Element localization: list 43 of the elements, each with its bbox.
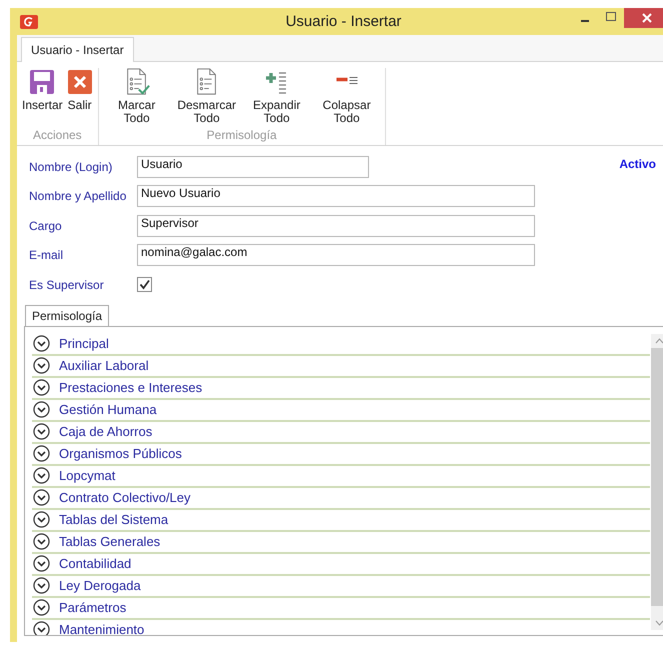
ribbon-button[interactable]: Insertar	[20, 68, 65, 128]
text-field[interactable]: nomina@galac.com	[137, 244, 535, 266]
text-field[interactable]: Usuario	[137, 156, 369, 178]
scroll-down-icon[interactable]	[654, 620, 663, 626]
window-title: Usuario - Insertar	[284, 13, 402, 30]
group-header[interactable]: Ley Derogada	[32, 576, 650, 598]
group-header[interactable]: Mantenimiento	[32, 620, 650, 634]
text-field[interactable]: Nuevo Usuario	[137, 185, 535, 208]
ribbon-button[interactable]: Marcar Todo	[102, 68, 172, 128]
ribbon-button[interactable]: Expandir Todo	[242, 68, 312, 128]
tab[interactable]: Permisología	[25, 304, 110, 326]
group-header[interactable]: Gestión Humana	[32, 400, 650, 422]
minus-list-icon	[336, 76, 358, 85]
checkbox[interactable]	[137, 277, 152, 292]
text-field[interactable]: Supervisor	[137, 214, 535, 237]
group-header[interactable]: Tablas del Sistema	[32, 510, 650, 532]
scroll-up-icon[interactable]	[654, 338, 663, 344]
ribbon-group-label: Permisología	[206, 128, 277, 144]
group-header[interactable]: Auxiliar Laboral	[32, 356, 650, 378]
field-label: Es Supervisor	[29, 278, 105, 292]
field-label: Cargo	[29, 218, 63, 233]
group-header[interactable]: Contrato Colectivo/Ley	[32, 488, 650, 510]
ribbon-button[interactable]: Salir	[64, 68, 95, 128]
ribbon-group-label: Acciones	[32, 128, 82, 144]
field-label: Nombre (Login)	[29, 160, 114, 174]
ribbon-button[interactable]: Colapsar Todo	[312, 68, 382, 128]
group-header[interactable]: Tablas Generales	[32, 532, 650, 554]
field-label: Nombre y Apellido	[29, 189, 128, 204]
close-icon	[642, 13, 652, 23]
close-button[interactable]	[624, 8, 663, 28]
group-header[interactable]: Parámetros	[32, 598, 650, 620]
group-header[interactable]: Organismos Públicos	[32, 444, 650, 466]
ribbon-tab[interactable]: Usuario - Insertar	[21, 37, 134, 62]
ribbon-button[interactable]: Desmarcar Todo	[172, 68, 242, 128]
status-label: Activo	[619, 157, 656, 173]
field-label: E-mail	[29, 248, 64, 262]
group-header[interactable]: Caja de Ahorros	[32, 422, 650, 444]
app-logo-icon	[20, 14, 38, 28]
group-header[interactable]: Contabilidad	[32, 554, 650, 576]
group-header[interactable]: Principal	[32, 334, 650, 356]
close-icon	[66, 68, 93, 96]
group-header[interactable]: Lopcymat	[32, 466, 650, 488]
group-header[interactable]: Prestaciones e Intereses	[32, 378, 650, 400]
